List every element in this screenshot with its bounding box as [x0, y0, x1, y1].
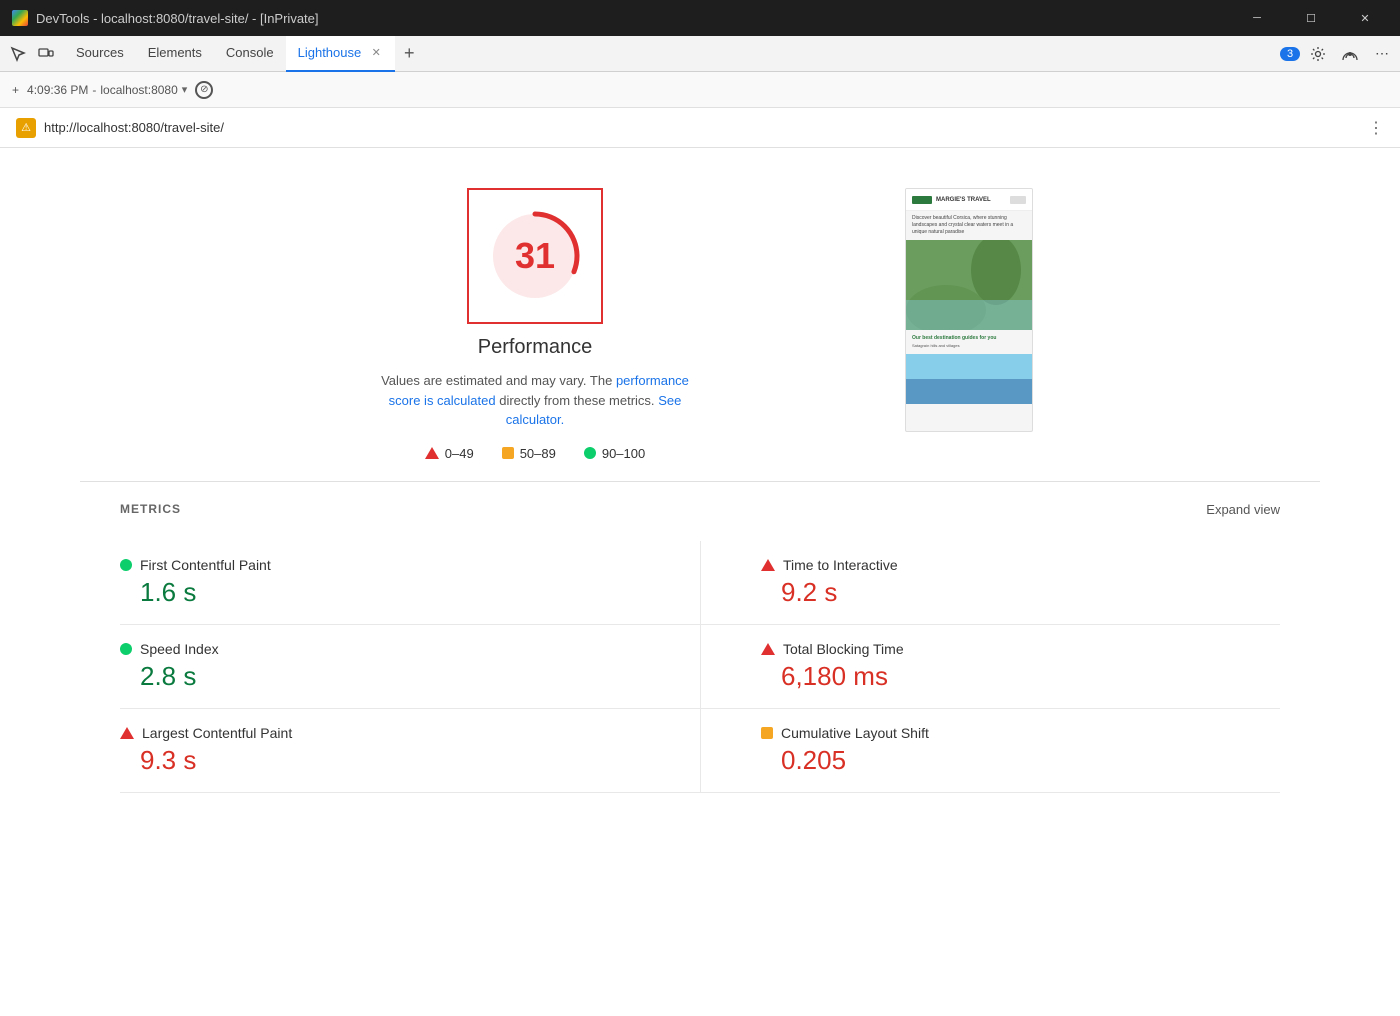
- screenshot-bottom-image: [906, 354, 1032, 404]
- metric-si: Speed Index 2.8 s: [120, 625, 700, 709]
- add-tab-button[interactable]: +: [395, 40, 423, 68]
- tbt-value: 6,180 ms: [781, 661, 1280, 692]
- more-options-button[interactable]: ⋯: [1368, 40, 1396, 68]
- cls-value: 0.205: [781, 745, 1280, 776]
- screenshot-section-text: Satagraín hills and villages: [912, 343, 1026, 349]
- score-number: 31: [515, 235, 555, 277]
- time-display: 4:09:36 PM - localhost:8080 ▾: [27, 83, 187, 97]
- expand-view-button[interactable]: Expand view: [1206, 502, 1280, 517]
- lcp-value: 9.3 s: [140, 745, 640, 776]
- tab-lighthouse[interactable]: Lighthouse ✕: [286, 36, 396, 72]
- si-indicator-icon: [120, 643, 132, 655]
- performance-score-card: 31: [467, 188, 603, 324]
- metric-lcp-label-row: Largest Contentful Paint: [120, 725, 640, 741]
- metric-fcp-label-row: First Contentful Paint: [120, 557, 640, 573]
- metrics-section: METRICS Expand view First Contentful Pai…: [0, 482, 1400, 813]
- metrics-title: METRICS: [120, 502, 181, 516]
- tti-indicator-icon: [761, 559, 775, 571]
- site-screenshot: MARGIE'S TRAVEL Discover beautiful Corsi…: [905, 188, 1033, 432]
- close-button[interactable]: ✕: [1342, 0, 1388, 36]
- legend-item-good: 90–100: [584, 446, 645, 461]
- tab-console[interactable]: Console: [214, 36, 286, 72]
- metrics-grid: First Contentful Paint 1.6 s Time to Int…: [120, 541, 1280, 793]
- lcp-indicator-icon: [120, 727, 134, 739]
- url-display: http://localhost:8080/travel-site/: [44, 120, 1360, 135]
- tbt-name: Total Blocking Time: [783, 641, 904, 657]
- screenshot-logo: [912, 196, 932, 204]
- main-content: 31 Performance Values are estimated and …: [0, 148, 1400, 1016]
- url-more-button[interactable]: ⋮: [1368, 118, 1384, 138]
- new-tab-button[interactable]: +: [12, 83, 19, 97]
- notification-badge[interactable]: 3: [1280, 47, 1300, 61]
- maximize-button[interactable]: ☐: [1288, 0, 1334, 36]
- score-section: 31 Performance Values are estimated and …: [365, 188, 705, 461]
- screenshot-header: MARGIE'S TRAVEL: [906, 189, 1032, 211]
- tab-elements[interactable]: Elements: [136, 36, 214, 72]
- metric-tbt: Total Blocking Time 6,180 ms: [700, 625, 1280, 709]
- fcp-name: First Contentful Paint: [140, 557, 271, 573]
- score-circle: 31: [485, 206, 585, 306]
- inspect-element-button[interactable]: [4, 40, 32, 68]
- device-toolbar-button[interactable]: [32, 40, 60, 68]
- title-bar: DevTools - localhost:8080/travel-site/ -…: [0, 0, 1400, 36]
- average-indicator-icon: [502, 447, 514, 459]
- tbt-indicator-icon: [761, 643, 775, 655]
- metrics-header: METRICS Expand view: [120, 502, 1280, 517]
- location-bar: + 4:09:36 PM - localhost:8080 ▾ ⊘: [0, 72, 1400, 108]
- metric-fcp: First Contentful Paint 1.6 s: [120, 541, 700, 625]
- fcp-value: 1.6 s: [140, 577, 640, 608]
- metric-lcp: Largest Contentful Paint 9.3 s: [120, 709, 700, 793]
- screenshot-section-title: Our best destination guides for you: [912, 335, 1026, 341]
- broadcast-button[interactable]: [1336, 40, 1364, 68]
- security-shield-icon: ⚠: [16, 118, 36, 138]
- metric-tti: Time to Interactive 9.2 s: [700, 541, 1280, 625]
- metric-si-label-row: Speed Index: [120, 641, 640, 657]
- screenshot-site-name: MARGIE'S TRAVEL: [936, 197, 1006, 203]
- cls-name: Cumulative Layout Shift: [781, 725, 929, 741]
- lcp-name: Largest Contentful Paint: [142, 725, 292, 741]
- poor-indicator-icon: [425, 447, 439, 459]
- toolbar-right: 3 ⋯: [1280, 40, 1396, 68]
- legend-item-poor: 0–49: [425, 446, 474, 461]
- screenshot-hero-text: Discover beautiful Corsica, where stunni…: [906, 211, 1032, 240]
- tab-sources[interactable]: Sources: [64, 36, 136, 72]
- fcp-indicator-icon: [120, 559, 132, 571]
- tab-lighthouse-close[interactable]: ✕: [369, 46, 383, 60]
- devtools-favicon: [12, 10, 28, 26]
- score-legend: 0–49 50–89 90–100: [425, 446, 645, 461]
- si-value: 2.8 s: [140, 661, 640, 692]
- performance-container: 31 Performance Values are estimated and …: [0, 148, 1400, 481]
- tti-name: Time to Interactive: [783, 557, 898, 573]
- screenshot-nav-icon: [1010, 196, 1026, 204]
- settings-button[interactable]: [1304, 40, 1332, 68]
- minimize-button[interactable]: ─: [1234, 0, 1280, 36]
- si-name: Speed Index: [140, 641, 219, 657]
- screenshot-hero-image: [906, 240, 1032, 330]
- good-indicator-icon: [584, 447, 596, 459]
- window-title: DevTools - localhost:8080/travel-site/ -…: [36, 11, 1234, 26]
- devtools-tabbar: Sources Elements Console Lighthouse ✕ + …: [0, 36, 1400, 72]
- score-description: Values are estimated and may vary. The p…: [365, 371, 705, 430]
- url-bar: ⚠ http://localhost:8080/travel-site/ ⋮: [0, 108, 1400, 148]
- screenshot-section: Our best destination guides for you Sata…: [906, 330, 1032, 354]
- legend-item-average: 50–89: [502, 446, 556, 461]
- devtools-tabs: Sources Elements Console Lighthouse ✕ +: [64, 36, 1280, 72]
- cancel-button[interactable]: ⊘: [195, 81, 213, 99]
- score-label: Performance: [478, 336, 593, 359]
- window-controls: ─ ☐ ✕: [1234, 0, 1388, 36]
- cls-indicator-icon: [761, 727, 773, 739]
- metric-cls-label-row: Cumulative Layout Shift: [761, 725, 1280, 741]
- metric-tti-label-row: Time to Interactive: [761, 557, 1280, 573]
- tti-value: 9.2 s: [781, 577, 1280, 608]
- metric-cls: Cumulative Layout Shift 0.205: [700, 709, 1280, 793]
- metric-tbt-label-row: Total Blocking Time: [761, 641, 1280, 657]
- site-screenshot-area: MARGIE'S TRAVEL Discover beautiful Corsi…: [905, 188, 1035, 432]
